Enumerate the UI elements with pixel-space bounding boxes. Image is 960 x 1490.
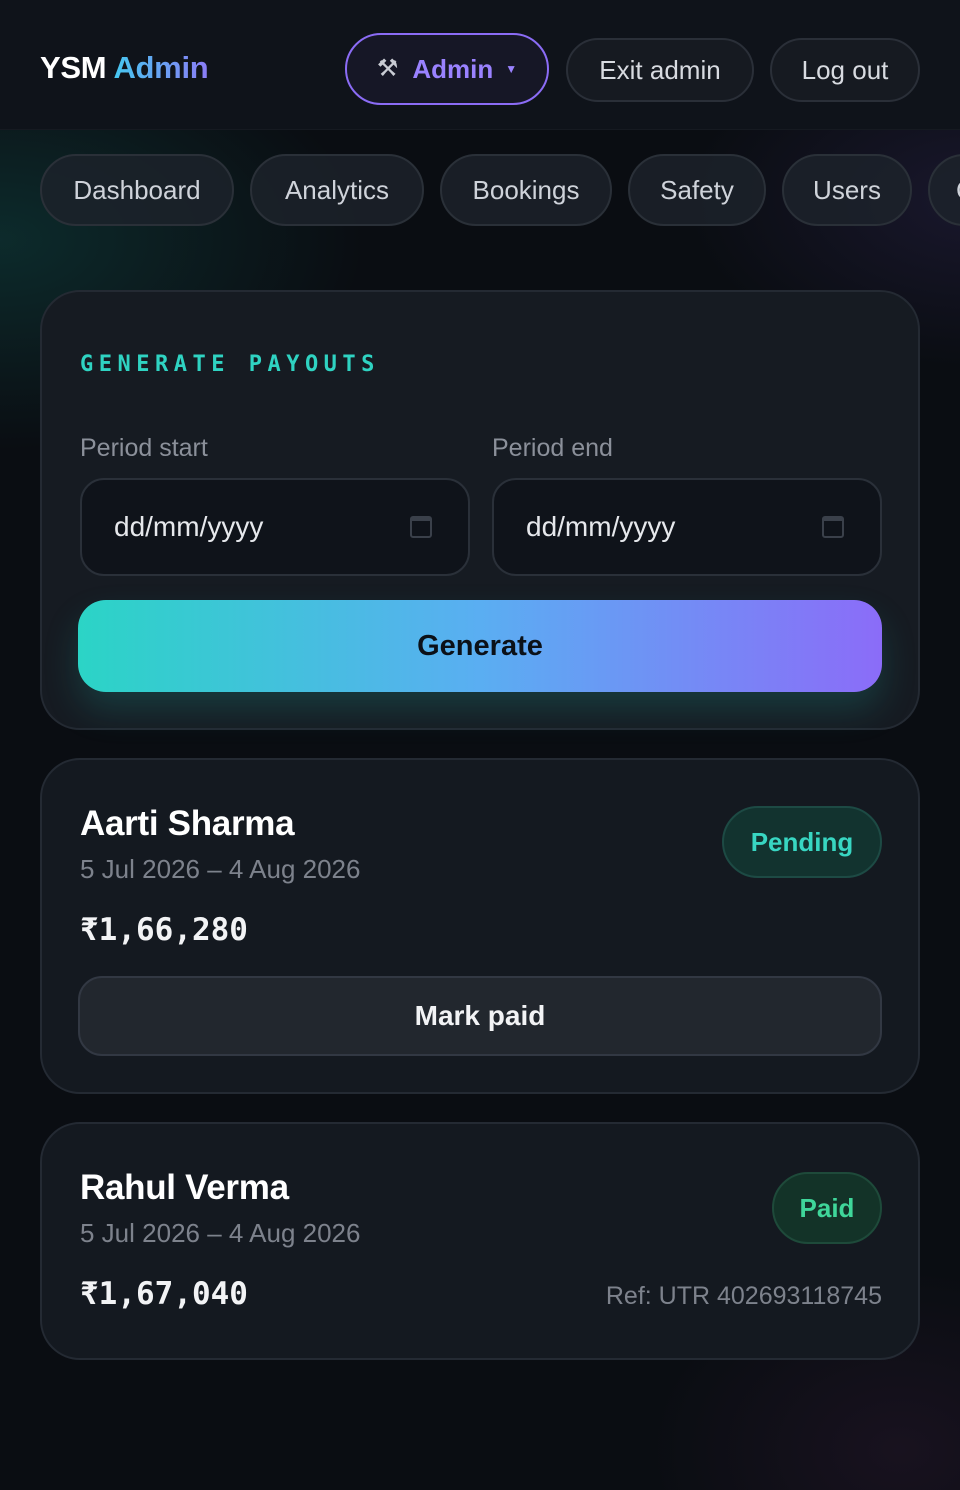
logout-button[interactable]: Log out [770,38,920,102]
period-start-label: Period start [80,434,208,462]
period-start-placeholder: dd/mm/yyyy [114,511,264,542]
admin-menu-button[interactable]: ⚒ Admin ▼ [345,33,549,105]
status-badge: Pending [722,806,882,878]
top-bar: YSM Admin ⚒ Admin ▼ Exit admin Log out [0,0,960,130]
payout-amount: ₹1,67,040 [80,1276,248,1312]
tab-bookings[interactable]: Bookings [440,154,612,226]
brand-secondary: Admin [113,50,209,85]
status-badge: Paid [772,1172,882,1244]
tab-next[interactable]: C [928,154,960,226]
payout-name: Rahul Verma [80,1168,289,1207]
calendar-icon[interactable] [822,516,844,538]
tab-users[interactable]: Users [782,154,912,226]
tools-icon: ⚒ [376,55,399,82]
tab-dashboard[interactable]: Dashboard [40,154,234,226]
payout-card: Aarti Sharma 5 Jul 2026 – 4 Aug 2026 ₹1,… [40,758,920,1094]
mark-paid-button[interactable]: Mark paid [78,976,882,1056]
payment-reference: Ref: UTR 402693118745 [605,1282,882,1310]
period-start-input[interactable]: dd/mm/yyyy [80,478,470,576]
caret-down-icon: ▼ [505,62,518,76]
period-end-placeholder: dd/mm/yyyy [526,511,676,542]
exit-admin-button[interactable]: Exit admin [566,38,754,102]
period-end-input[interactable]: dd/mm/yyyy [492,478,882,576]
brand-logo[interactable]: YSM Admin [40,50,209,86]
calendar-icon[interactable] [410,516,432,538]
payout-name: Aarti Sharma [80,804,295,843]
payout-period: 5 Jul 2026 – 4 Aug 2026 [80,1218,361,1248]
payout-card: Rahul Verma 5 Jul 2026 – 4 Aug 2026 ₹1,6… [40,1122,920,1360]
payout-period: 5 Jul 2026 – 4 Aug 2026 [80,854,361,884]
admin-nav-tabs: Dashboard Analytics Bookings Safety User… [0,154,960,226]
brand-primary: YSM [40,50,107,85]
section-title: GENERATE PAYOUTS [80,352,380,377]
payout-amount: ₹1,66,280 [80,912,248,948]
generate-payouts-card: GENERATE PAYOUTS Period start dd/mm/yyyy… [40,290,920,730]
tab-safety[interactable]: Safety [628,154,766,226]
generate-button[interactable]: Generate [78,600,882,692]
tab-analytics[interactable]: Analytics [250,154,424,226]
admin-menu-label: Admin [412,53,494,84]
period-end-label: Period end [492,434,613,462]
